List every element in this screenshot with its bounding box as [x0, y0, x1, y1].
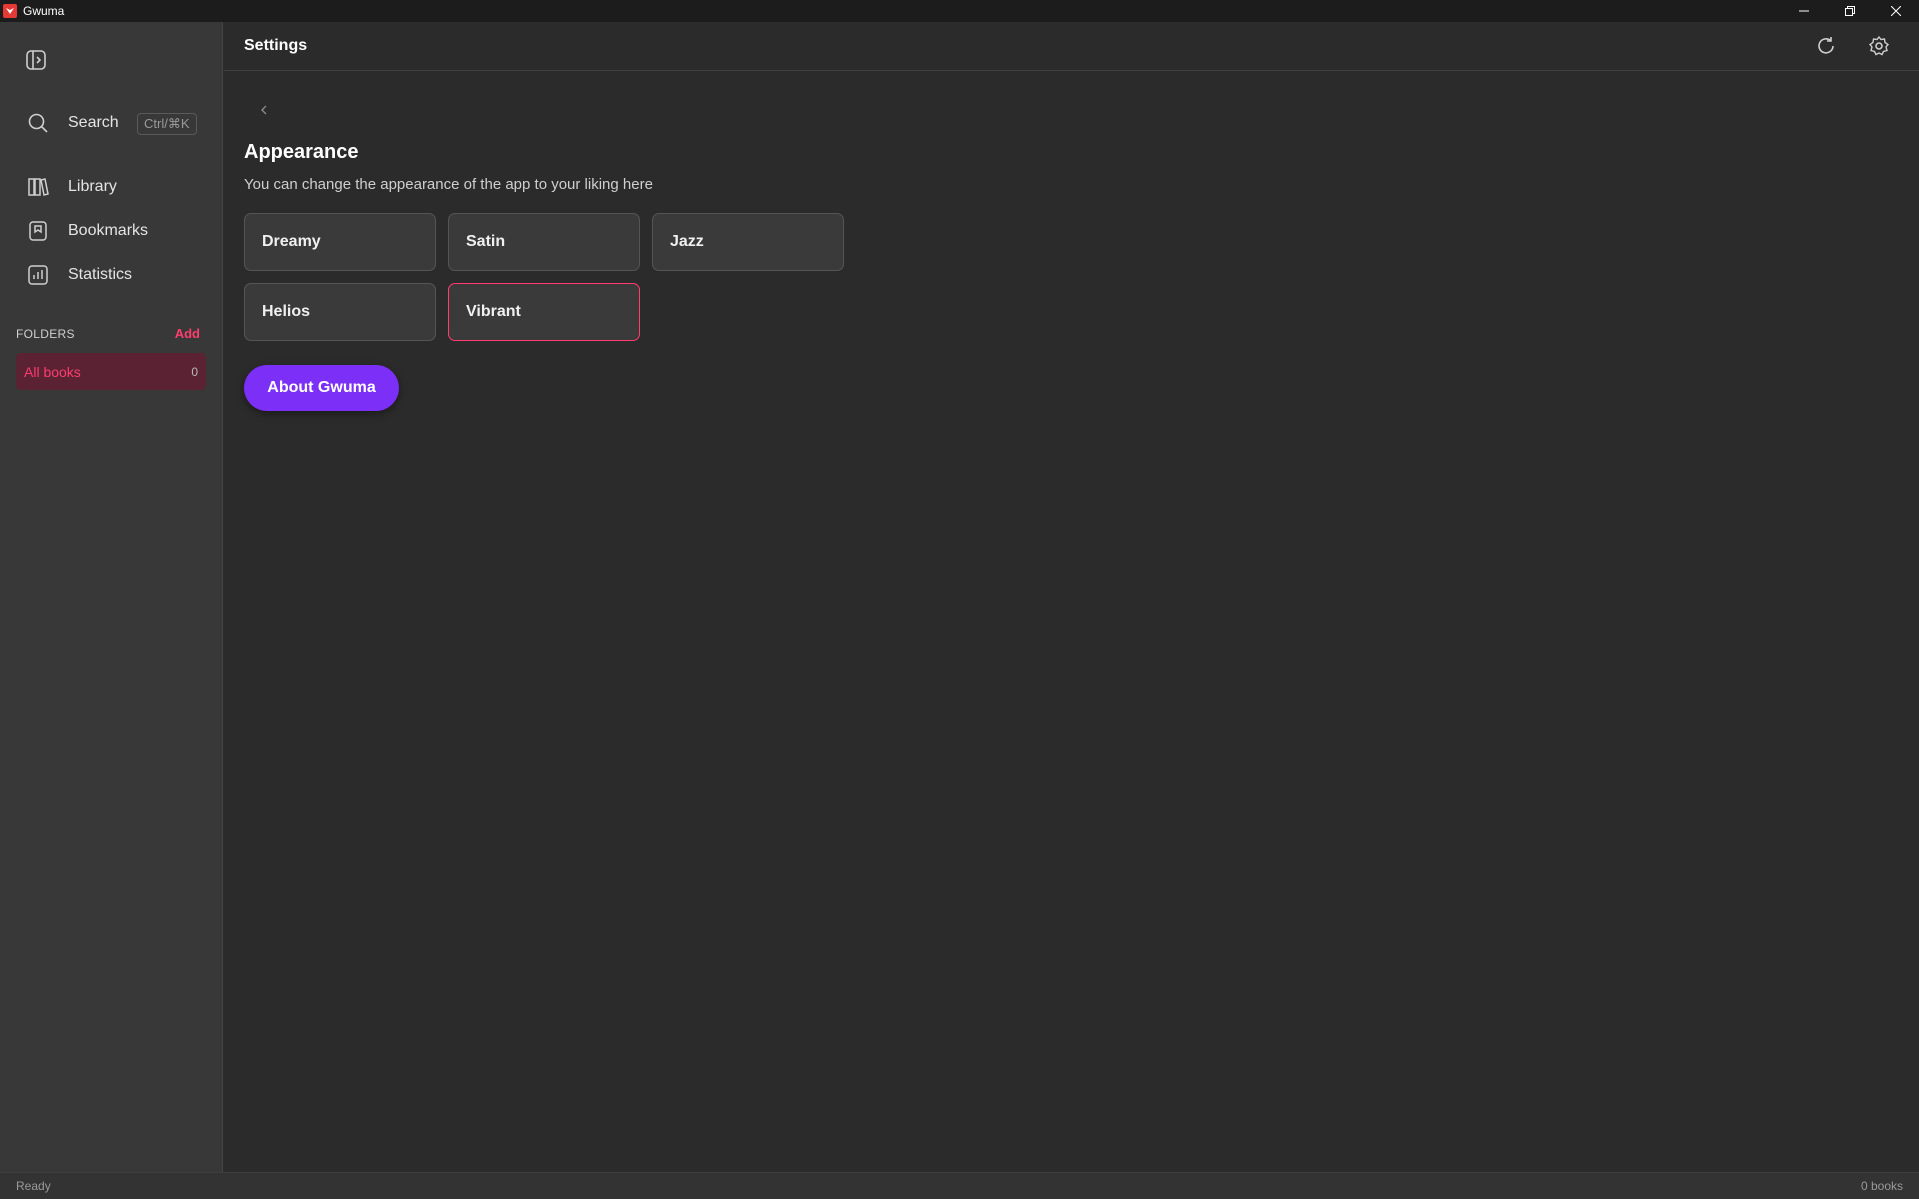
library-icon: [26, 175, 50, 199]
status-bar: Ready 0 books: [0, 1172, 1919, 1199]
folder-name: All books: [24, 363, 81, 380]
theme-satin-button[interactable]: Satin: [448, 213, 640, 271]
theme-dreamy-button[interactable]: Dreamy: [244, 213, 436, 271]
theme-vibrant-button[interactable]: Vibrant: [448, 283, 640, 341]
status-text: Ready: [16, 1179, 51, 1193]
theme-helios-button[interactable]: Helios: [244, 283, 436, 341]
sidebar: Search Ctrl/⌘K Library Bookmarks Statist…: [0, 22, 223, 1172]
settings-content: Appearance You can change the appearance…: [224, 72, 1919, 1172]
page-title: Settings: [244, 37, 308, 54]
refresh-icon: [1818, 37, 1834, 54]
folder-item-all-books[interactable]: All books 0: [16, 353, 206, 390]
about-button[interactable]: About Gwuma: [244, 365, 399, 411]
chevron-left-icon: [261, 105, 267, 115]
window-controls: [1781, 0, 1919, 22]
window-titlebar: Gwuma: [0, 0, 1919, 22]
add-folder-button[interactable]: Add: [175, 326, 200, 341]
back-button[interactable]: [256, 102, 272, 118]
app-logo-icon: [3, 4, 17, 18]
statistics-icon: [26, 263, 50, 287]
sidebar-item-label: Bookmarks: [68, 222, 149, 239]
sidebar-item-label: Library: [68, 178, 117, 195]
close-icon: [1891, 6, 1901, 16]
minimize-button[interactable]: [1781, 0, 1827, 22]
window-title: Gwuma: [23, 4, 65, 18]
sidebar-toggle-button[interactable]: [24, 48, 48, 72]
sidebar-item-bookmarks[interactable]: Bookmarks: [26, 216, 201, 246]
section-description: You can change the appearance of the app…: [244, 176, 653, 193]
refresh-button[interactable]: [1815, 35, 1837, 57]
sidebar-item-label: Statistics: [68, 266, 133, 283]
sidebar-item-library[interactable]: Library: [26, 172, 201, 202]
gear-icon: [1868, 35, 1890, 56]
search-icon: [26, 111, 50, 135]
folders-heading: FOLDERS: [16, 326, 75, 341]
settings-button[interactable]: [1868, 35, 1890, 57]
search-shortcut-badge: Ctrl/⌘K: [137, 113, 197, 135]
minimize-icon: [1799, 10, 1809, 12]
sidebar-item-statistics[interactable]: Statistics: [26, 260, 201, 290]
book-count: 0 books: [1860, 1179, 1903, 1193]
sidebar-toggle-icon: [26, 50, 46, 70]
restore-icon: [1845, 6, 1855, 16]
folders-header: FOLDERS Add: [16, 326, 200, 341]
close-button[interactable]: [1873, 0, 1919, 22]
section-title: Appearance: [244, 141, 359, 163]
search-label: Search: [68, 114, 119, 131]
folder-count: 0: [191, 364, 198, 379]
restore-button[interactable]: [1827, 0, 1873, 22]
theme-jazz-button[interactable]: Jazz: [652, 213, 844, 271]
bookmark-icon: [26, 219, 50, 243]
page-header: Settings: [224, 22, 1919, 71]
